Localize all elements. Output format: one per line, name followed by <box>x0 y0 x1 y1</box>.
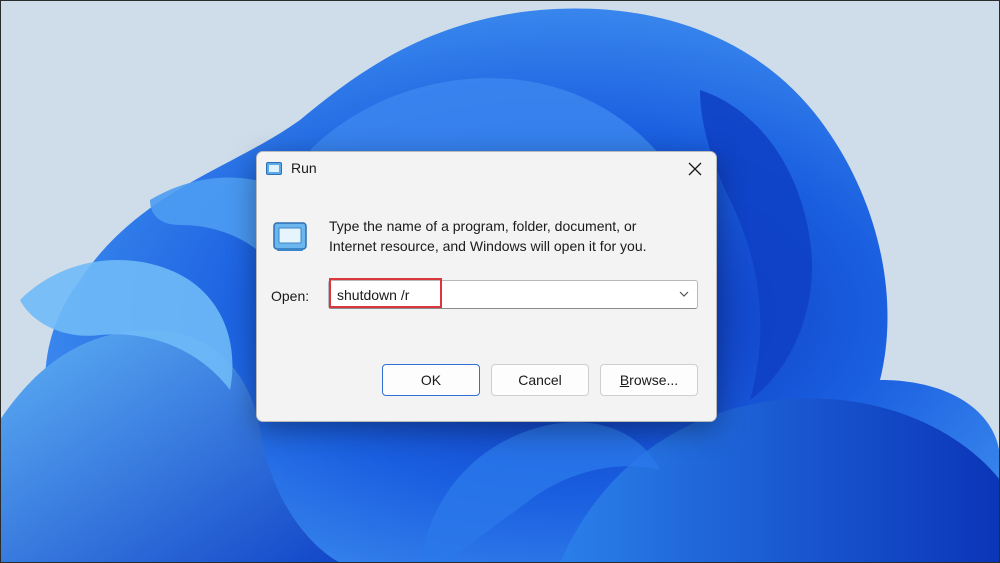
cancel-button[interactable]: Cancel <box>491 364 589 396</box>
run-icon <box>266 162 282 175</box>
desktop: Run Type the name of a program, folder, … <box>0 0 1000 563</box>
browse-mnemonic: B <box>619 372 630 388</box>
close-icon <box>688 162 702 176</box>
run-dialog: Run Type the name of a program, folder, … <box>256 151 717 422</box>
button-bar: OK Cancel Browse... <box>257 336 716 421</box>
description-text: Type the name of a program, folder, docu… <box>329 216 699 256</box>
run-icon <box>273 222 307 251</box>
browse-button[interactable]: Browse... <box>600 364 698 396</box>
dialog-body: Type the name of a program, folder, docu… <box>257 186 716 336</box>
title-bar[interactable]: Run <box>257 152 716 186</box>
open-combobox[interactable] <box>328 280 698 309</box>
open-input[interactable] <box>337 284 667 305</box>
close-button[interactable] <box>680 156 710 182</box>
chevron-down-icon[interactable] <box>679 290 689 298</box>
description-line-1: Type the name of a program, folder, docu… <box>329 218 637 234</box>
description-line-2: Internet resource, and Windows will open… <box>329 238 647 254</box>
dialog-title: Run <box>291 160 317 176</box>
ok-button[interactable]: OK <box>382 364 480 396</box>
browse-label: rowse... <box>629 372 679 388</box>
open-label: Open: <box>271 288 310 304</box>
